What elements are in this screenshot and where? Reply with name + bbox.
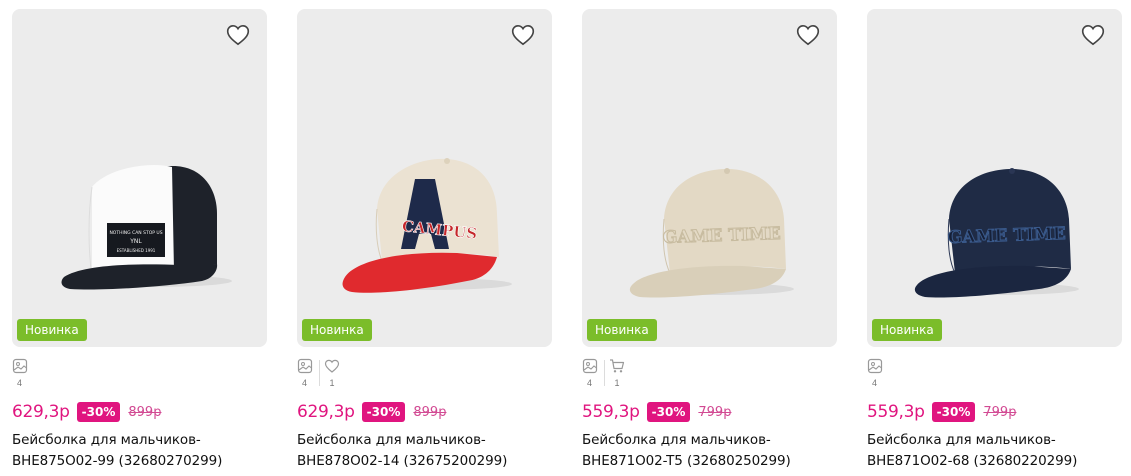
cap-image: NOTHING CAN STOP US YNL ESTABLISHED 1991 <box>61 165 232 290</box>
heart-outline-icon <box>226 24 250 46</box>
product-card[interactable]: GAME TIME Новинка 4 1 559,3р -30% 799р Б… <box>582 9 837 469</box>
product-title-line1: Бейсболка для мальчиков- <box>582 432 771 448</box>
heart-outline-icon <box>796 24 820 46</box>
new-badge: Новинка <box>302 319 372 341</box>
old-price: 899р <box>128 404 162 420</box>
product-title-line1: Бейсболка для мальчиков- <box>867 432 1056 448</box>
photo-icon <box>582 358 598 374</box>
price-row: 559,3р -30% 799р <box>582 401 731 423</box>
photos-counter[interactable]: 4 <box>582 358 600 390</box>
heart-small-icon <box>324 358 340 374</box>
heart-outline-icon <box>511 24 535 46</box>
meta-row: 4 1 <box>582 358 630 390</box>
photo-icon <box>12 358 28 374</box>
product-title[interactable]: Бейсболка для мальчиков- BHE878O02-14 (3… <box>297 430 567 472</box>
price-row: 629,3р -30% 899р <box>297 401 446 423</box>
heart-outline-icon <box>1081 24 1105 46</box>
current-price: 629,3р <box>12 402 70 422</box>
new-badge: Новинка <box>872 319 942 341</box>
product-card[interactable]: CAMPUS Новинка 4 1 629,3р -30% 899р Бейс… <box>297 9 552 469</box>
meta-row: 4 <box>12 358 34 390</box>
favorites-count: 1 <box>329 378 335 388</box>
favorite-button[interactable] <box>1080 22 1106 48</box>
photo-icon <box>297 358 313 374</box>
cap-image: GAME TIME <box>914 168 1079 298</box>
discount-badge: -30% <box>76 402 121 422</box>
favorite-button[interactable] <box>225 22 251 48</box>
new-badge: Новинка <box>17 319 87 341</box>
new-badge: Новинка <box>587 319 657 341</box>
meta-row: 4 <box>867 358 889 390</box>
product-card[interactable]: GAME TIME Новинка 4 559,3р -30% 799р Бей… <box>867 9 1122 469</box>
cap-image: GAME TIME <box>629 168 794 298</box>
product-title[interactable]: Бейсболка для мальчиков- BHE871O02-68 (3… <box>867 430 1131 472</box>
discount-badge: -30% <box>931 402 976 422</box>
product-title-line2: BHE871O02-T5 (32680250299) <box>582 453 791 469</box>
product-title-line2: BHE875O02-99 (32680270299) <box>12 453 223 469</box>
product-image[interactable]: GAME TIME Новинка <box>582 9 837 347</box>
cart-counter[interactable]: 1 <box>604 358 630 390</box>
svg-text:YNL: YNL <box>129 238 142 245</box>
cart-count: 1 <box>614 378 620 388</box>
favorite-button[interactable] <box>510 22 536 48</box>
photos-count: 4 <box>587 378 593 388</box>
photos-counter[interactable]: 4 <box>867 358 885 390</box>
svg-text:GAME TIME: GAME TIME <box>948 224 1066 248</box>
discount-badge: -30% <box>646 402 691 422</box>
discount-badge: -30% <box>361 402 406 422</box>
cap-image: CAMPUS <box>342 158 512 293</box>
photos-count: 4 <box>302 378 308 388</box>
current-price: 559,3р <box>582 402 640 422</box>
favorites-counter[interactable]: 1 <box>319 358 345 390</box>
product-image[interactable]: GAME TIME Новинка <box>867 9 1122 347</box>
current-price: 559,3р <box>867 402 925 422</box>
product-card[interactable]: NOTHING CAN STOP US YNL ESTABLISHED 1991… <box>12 9 267 469</box>
price-row: 559,3р -30% 799р <box>867 401 1016 423</box>
svg-text:ESTABLISHED 1991: ESTABLISHED 1991 <box>117 248 156 253</box>
product-title-line1: Бейсболка для мальчиков- <box>297 432 486 448</box>
product-title[interactable]: Бейсболка для мальчиков- BHE875O02-99 (3… <box>12 430 282 472</box>
photos-counter[interactable]: 4 <box>297 358 315 390</box>
photos-count: 4 <box>872 378 878 388</box>
photos-counter[interactable]: 4 <box>12 358 30 390</box>
current-price: 629,3р <box>297 402 355 422</box>
svg-text:NOTHING CAN STOP US: NOTHING CAN STOP US <box>109 230 162 236</box>
product-title[interactable]: Бейсболка для мальчиков- BHE871O02-T5 (3… <box>582 430 852 472</box>
svg-text:GAME TIME: GAME TIME <box>663 224 781 248</box>
price-row: 629,3р -30% 899р <box>12 401 161 423</box>
cart-icon <box>609 358 625 374</box>
photos-count: 4 <box>17 378 23 388</box>
old-price: 799р <box>698 404 732 420</box>
product-title-line2: BHE878O02-14 (32675200299) <box>297 453 508 469</box>
product-title-line1: Бейсболка для мальчиков- <box>12 432 201 448</box>
product-image[interactable]: NOTHING CAN STOP US YNL ESTABLISHED 1991… <box>12 9 267 347</box>
meta-row: 4 1 <box>297 358 345 390</box>
photo-icon <box>867 358 883 374</box>
old-price: 799р <box>983 404 1017 420</box>
product-title-line2: BHE871O02-68 (32680220299) <box>867 453 1078 469</box>
product-grid: NOTHING CAN STOP US YNL ESTABLISHED 1991… <box>12 9 1124 469</box>
favorite-button[interactable] <box>795 22 821 48</box>
product-image[interactable]: CAMPUS Новинка <box>297 9 552 347</box>
old-price: 899р <box>413 404 447 420</box>
